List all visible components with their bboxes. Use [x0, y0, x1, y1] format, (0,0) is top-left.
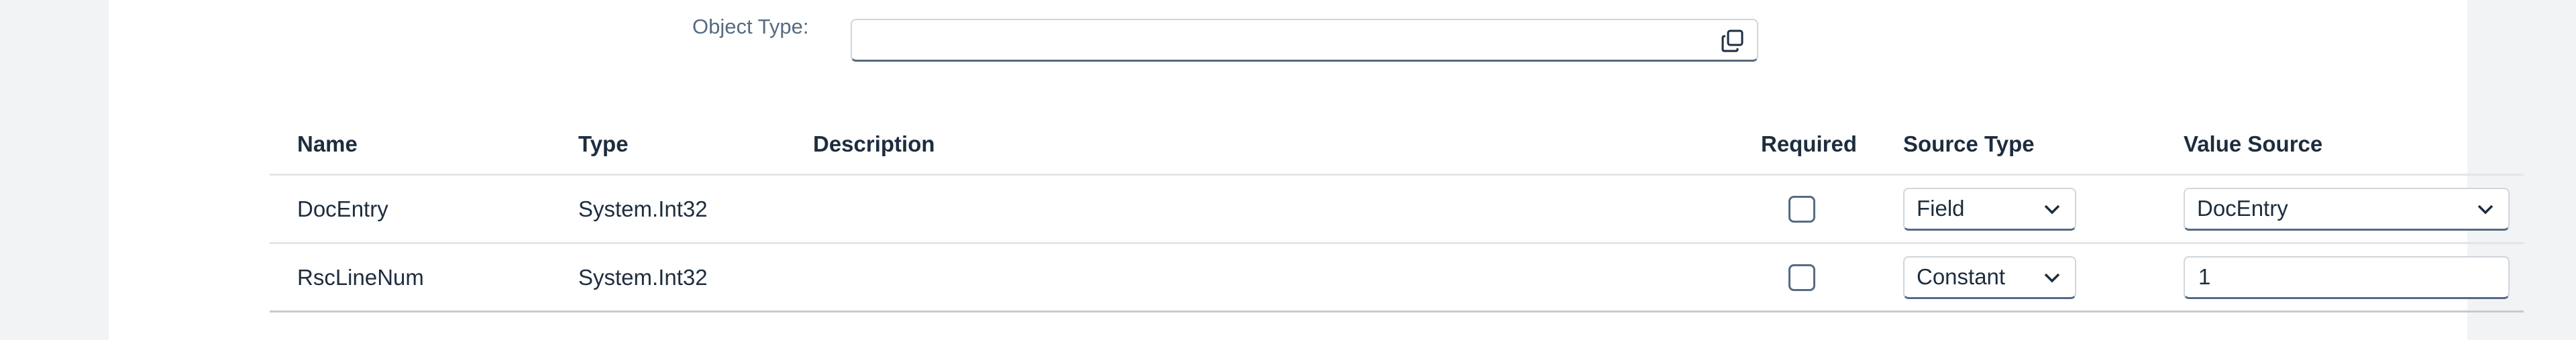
- source-type-value: Field: [1917, 196, 1965, 221]
- column-header-source-type[interactable]: Source Type: [1903, 114, 2035, 174]
- chevron-down-icon[interactable]: [2043, 201, 2061, 217]
- value-source-input-value: 1: [2198, 264, 2211, 289]
- column-header-name[interactable]: Name: [297, 114, 358, 174]
- required-checkbox[interactable]: [1788, 195, 1815, 223]
- value-source-value: DocEntry: [2197, 196, 2288, 221]
- row-required-cell: [1761, 176, 1815, 242]
- row-source-type-cell: Field: [1903, 176, 2076, 242]
- object-type-input[interactable]: [851, 19, 1758, 62]
- row-value-source-cell: 1: [2184, 244, 2510, 310]
- table-row: DocEntry System.Int32 Field DocEntry: [270, 176, 2524, 244]
- source-type-select[interactable]: Constant: [1903, 256, 2076, 299]
- value-source-select[interactable]: DocEntry: [2184, 187, 2510, 231]
- parameters-table: Name Type Description Required Source Ty…: [270, 114, 2524, 313]
- column-header-required[interactable]: Required: [1761, 114, 1857, 174]
- row-name: RscLineNum: [297, 264, 424, 290]
- value-help-icon[interactable]: [1717, 25, 1749, 56]
- chevron-down-icon[interactable]: [2476, 201, 2495, 217]
- row-type: System.Int32: [578, 264, 708, 290]
- column-header-description[interactable]: Description: [813, 114, 935, 174]
- table-header-row: Name Type Description Required Source Ty…: [270, 114, 2524, 176]
- column-header-type[interactable]: Type: [578, 114, 629, 174]
- row-type: System.Int32: [578, 196, 708, 221]
- value-source-input[interactable]: 1: [2184, 256, 2510, 299]
- source-type-value: Constant: [1917, 264, 2006, 289]
- content-panel: Object Type: Name Type Description Requi…: [109, 0, 2524, 340]
- row-name: DocEntry: [297, 196, 388, 221]
- table-row: RscLineNum System.Int32 Constant 1: [270, 244, 2524, 313]
- row-source-type-cell: Constant: [1903, 244, 2076, 310]
- row-value-source-cell: DocEntry: [2184, 176, 2510, 242]
- object-type-label: Object Type:: [692, 15, 809, 38]
- chevron-down-icon[interactable]: [2043, 270, 2061, 286]
- source-type-select[interactable]: Field: [1903, 187, 2076, 231]
- column-header-value-source[interactable]: Value Source: [2184, 114, 2322, 174]
- required-checkbox[interactable]: [1788, 264, 1815, 291]
- row-required-cell: [1761, 244, 1815, 310]
